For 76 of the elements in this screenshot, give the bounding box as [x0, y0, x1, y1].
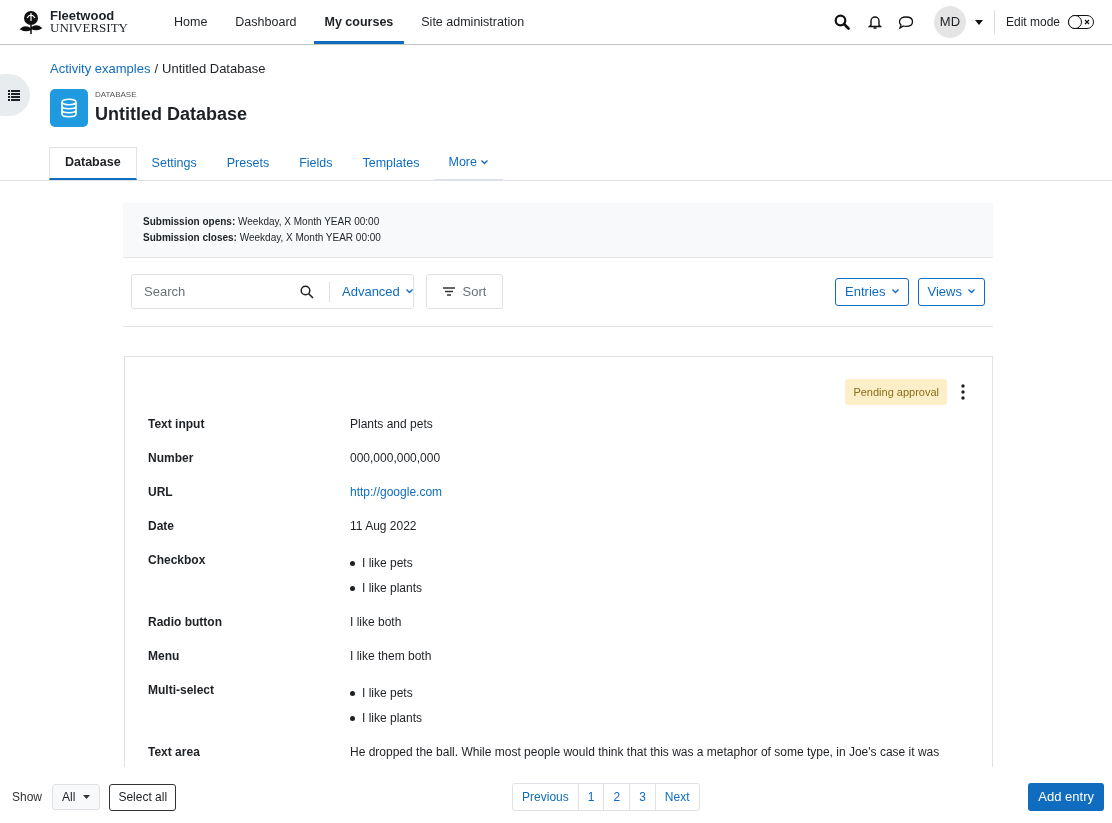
close-icon: [1084, 19, 1090, 25]
list-icon: [8, 89, 20, 101]
tab[interactable]: Settings: [136, 146, 212, 180]
nav-link[interactable]: Home: [163, 0, 219, 44]
advanced-dropdown[interactable]: Advanced: [342, 281, 413, 302]
views-dropdown[interactable]: Views: [917, 277, 985, 306]
pagination-link[interactable]: 1: [577, 784, 604, 810]
field-label: Menu: [148, 649, 181, 664]
tab[interactable]: Templates: [347, 146, 435, 180]
database-icon: [50, 88, 88, 127]
bullet-icon: [350, 716, 355, 721]
field-value: I like plants: [362, 581, 423, 596]
page-title: Untitled Database: [95, 102, 248, 126]
search-icon[interactable]: [833, 14, 850, 30]
pagination-link[interactable]: Previous: [513, 784, 578, 810]
field-label: Text input: [148, 417, 206, 432]
field-value: 11 Aug 2022: [350, 519, 417, 534]
field-value: Plants and pets: [350, 417, 433, 432]
caret-icon[interactable]: [974, 19, 983, 25]
field-value: I like plants: [362, 711, 423, 726]
search-field[interactable]: Search Advanced: [131, 274, 414, 309]
nav-link[interactable]: Site administration: [410, 0, 536, 44]
chevron-down-icon: [405, 289, 413, 294]
sort-lines-icon: [442, 287, 455, 296]
status-badge: Pending approval: [845, 378, 947, 405]
logo-title: Fleetwood: [50, 10, 116, 22]
show-select[interactable]: All: [52, 784, 101, 810]
add-entry-button[interactable]: Add entry: [1028, 783, 1104, 811]
more-menu-tab[interactable]: More: [434, 146, 504, 180]
field-label: Checkbox: [148, 553, 207, 569]
pagination-link[interactable]: 3: [629, 784, 655, 810]
field-label: URL: [148, 485, 174, 500]
tab[interactable]: Presets: [211, 146, 285, 180]
bullet-icon: [350, 586, 355, 591]
field-link[interactable]: http://google.com: [350, 485, 443, 500]
field-value: He dropped the ball. While most people would think that this was a metaphor of some type, in Joe's case it was: [350, 745, 940, 760]
user-avatar[interactable]: MD: [933, 6, 966, 38]
entries-dropdown[interactable]: Entries: [835, 277, 909, 306]
field-label: Text area: [148, 745, 201, 760]
more-options-icon[interactable]: [961, 383, 965, 400]
submission-date: Submission opens: Weekday, X Month YEAR 00:00: [143, 214, 381, 229]
select-all-button[interactable]: Select all: [109, 783, 177, 811]
show-label: Show: [12, 789, 43, 806]
breadcrumb-link[interactable]: Activity examples: [50, 59, 151, 79]
search-icon[interactable]: [300, 284, 314, 299]
field-value: 000,000,000,000: [350, 451, 441, 466]
bullet-icon: [350, 691, 355, 696]
chevron-down-icon: [480, 160, 488, 165]
submission-date: Submission closes: Weekday, X Month YEAR 00:00: [143, 230, 382, 245]
breadcrumb-current: Untitled Database: [162, 60, 266, 78]
field-value: I like both: [350, 615, 402, 630]
chat-bubble-icon[interactable]: [897, 14, 914, 30]
pagination-link[interactable]: 2: [603, 784, 630, 810]
tab[interactable]: Fields: [284, 146, 348, 180]
edit-mode-label: Edit mode: [1005, 14, 1060, 31]
field-value: I like them both: [350, 649, 432, 664]
breadcrumb-separator: /: [154, 60, 159, 78]
chevron-down-icon: [891, 289, 899, 294]
field-value: I like pets: [362, 556, 413, 571]
sort-button[interactable]: Sort: [426, 274, 503, 309]
bullet-icon: [350, 561, 355, 566]
field-label: Number: [148, 451, 195, 466]
bell-icon[interactable]: [867, 14, 882, 30]
nav-link[interactable]: My courses: [313, 0, 405, 44]
nav-link[interactable]: Dashboard: [224, 0, 308, 44]
caret-icon: [83, 795, 91, 799]
chevron-down-icon: [968, 289, 975, 294]
tab[interactable]: Database: [49, 146, 137, 180]
field-label: Multi-select: [148, 683, 215, 699]
field-value: I like pets: [362, 686, 413, 701]
field-label: Radio button: [148, 615, 223, 630]
logo-subtitle: UNIVERSITY: [50, 22, 128, 34]
field-label: Date: [148, 519, 175, 534]
pagination-link[interactable]: Next: [654, 784, 699, 810]
flower-logo-icon: [18, 9, 44, 35]
activity-type-label: DATABASE: [95, 89, 138, 100]
